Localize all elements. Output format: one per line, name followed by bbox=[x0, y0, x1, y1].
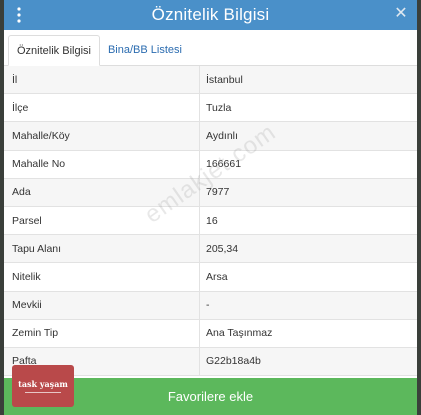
background-right-edge bbox=[417, 0, 421, 415]
brand-logo: task yaşam bbox=[12, 365, 74, 407]
attribute-key: Mevkii bbox=[4, 291, 200, 319]
attribute-value: 205,34 bbox=[206, 242, 239, 255]
attribute-key: Mahalle/Köy bbox=[4, 122, 200, 150]
attribute-key: İlçe bbox=[4, 94, 200, 122]
settings-icon[interactable] bbox=[12, 6, 26, 24]
attribute-value: Tuzla bbox=[206, 101, 232, 114]
attribute-value: Arsa bbox=[206, 270, 228, 283]
attribute-key: Mahalle No bbox=[4, 150, 200, 178]
attribute-key: Parsel bbox=[4, 206, 200, 235]
table-row: Mahalle No 166661 bbox=[4, 150, 417, 179]
table-row: Nitelik Arsa bbox=[4, 263, 417, 292]
attribute-value: İstanbul bbox=[206, 73, 243, 86]
table-row: Parsel 16 bbox=[4, 206, 417, 236]
brand-logo-underline bbox=[25, 392, 61, 393]
attribute-key: İl bbox=[4, 66, 200, 94]
table-row: Mevkii - bbox=[4, 291, 417, 320]
table-row: Mahalle/Köy Aydınlı bbox=[4, 122, 417, 151]
table-row: Tapu Alanı 205,34 bbox=[4, 235, 417, 264]
table-row: İlçe Tuzla bbox=[4, 94, 417, 123]
attribute-value: Ana Taşınmaz bbox=[206, 327, 273, 340]
attribute-value: Aydınlı bbox=[206, 129, 238, 142]
tab-attribute-info[interactable]: Öznitelik Bilgisi bbox=[8, 35, 100, 66]
attribute-table: İl İstanbul İlçe Tuzla Mahalle/Köy Aydın… bbox=[4, 66, 417, 377]
tab-building-list[interactable]: Bina/BB Listesi bbox=[100, 35, 190, 65]
attribute-value: - bbox=[206, 299, 210, 312]
attribute-key: Nitelik bbox=[4, 263, 200, 291]
attribute-value: 16 bbox=[206, 214, 218, 227]
attribute-key: Tapu Alanı bbox=[4, 235, 200, 263]
attribute-value: 166661 bbox=[206, 158, 242, 171]
attribute-value: 7977 bbox=[206, 186, 230, 199]
tab-bar: Öznitelik Bilgisi Bina/BB Listesi bbox=[4, 30, 417, 66]
table-row: Ada 7977 bbox=[4, 178, 417, 207]
attribute-key: Ada bbox=[4, 178, 200, 206]
brand-logo-text: task yaşam bbox=[18, 379, 68, 389]
modal-header: Öznitelik Bilgisi ✕ bbox=[4, 0, 417, 30]
attribute-modal: Öznitelik Bilgisi ✕ Öznitelik Bilgisi Bi… bbox=[4, 0, 417, 415]
table-row: İl İstanbul bbox=[4, 66, 417, 95]
attribute-value: G22b18a4b bbox=[206, 355, 261, 368]
attribute-key: Zemin Tip bbox=[4, 319, 200, 347]
close-icon[interactable]: ✕ bbox=[393, 5, 409, 23]
modal-title: Öznitelik Bilgisi bbox=[151, 5, 270, 24]
table-row: Zemin Tip Ana Taşınmaz bbox=[4, 319, 417, 348]
